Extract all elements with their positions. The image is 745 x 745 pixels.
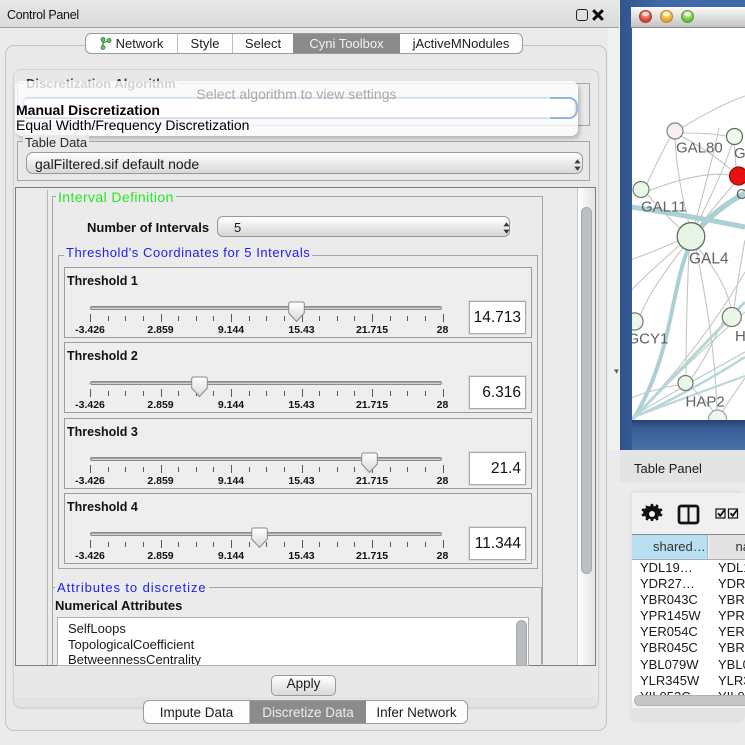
svg-text:GAL3: GAL3 [734, 145, 745, 162]
svg-text:HAP2: HAP2 [686, 394, 725, 411]
svg-text:GAL4: GAL4 [689, 251, 729, 268]
svg-text:CYC8: CYC8 [736, 186, 745, 203]
svg-text:GAL11: GAL11 [641, 199, 687, 216]
svg-text:GCY1: GCY1 [632, 331, 668, 348]
svg-text:GAL80: GAL80 [676, 140, 723, 157]
svg-text:HIS4: HIS4 [735, 328, 745, 345]
